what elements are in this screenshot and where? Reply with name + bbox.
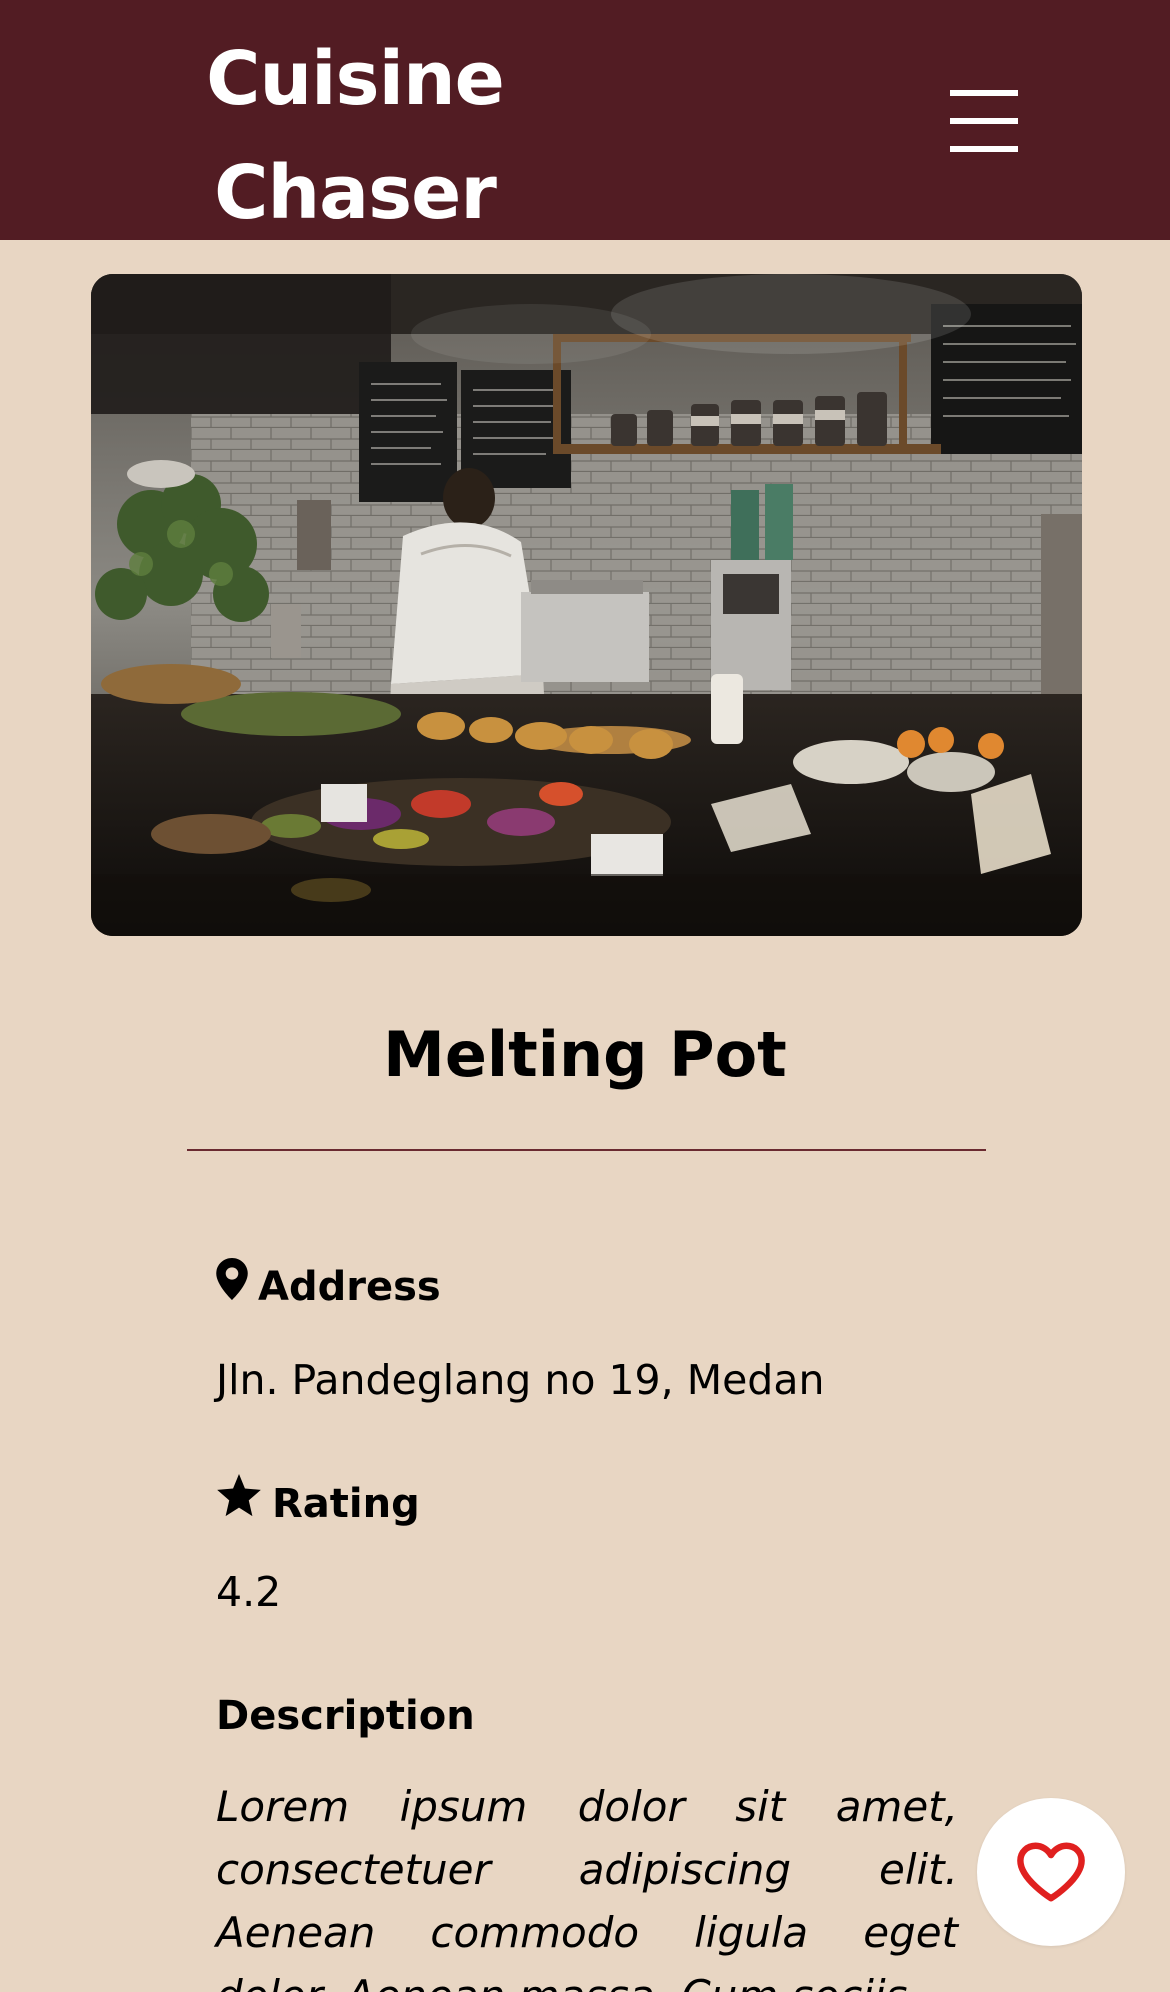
address-heading: Address (216, 1258, 441, 1315)
hamburger-line (950, 146, 1018, 152)
description-text: Lorem ipsum dolor sit amet, consectetuer… (216, 1782, 958, 1992)
hamburger-menu-button[interactable] (944, 86, 1024, 160)
map-pin-icon (216, 1258, 248, 1315)
restaurant-photo-image (91, 274, 1082, 936)
app-header: Cuisine Chaser (0, 0, 1170, 240)
address-value: Jln. Pandeglang no 19, Medan (216, 1356, 825, 1404)
restaurant-name: Melting Pot (383, 1018, 787, 1091)
favorite-button[interactable] (977, 1798, 1125, 1946)
star-icon (216, 1474, 262, 1533)
brand-logo[interactable]: Cuisine Chaser (180, 22, 530, 250)
title-divider (187, 1149, 986, 1151)
restaurant-photo (91, 274, 1082, 936)
hamburger-line (950, 90, 1018, 96)
rating-heading: Rating (216, 1474, 420, 1533)
hamburger-line (950, 118, 1018, 124)
rating-value: 4.2 (216, 1568, 282, 1616)
address-label: Address (258, 1263, 441, 1310)
rating-label: Rating (272, 1480, 420, 1527)
heart-outline-icon (1017, 1842, 1085, 1902)
description-heading: Description (216, 1693, 475, 1739)
